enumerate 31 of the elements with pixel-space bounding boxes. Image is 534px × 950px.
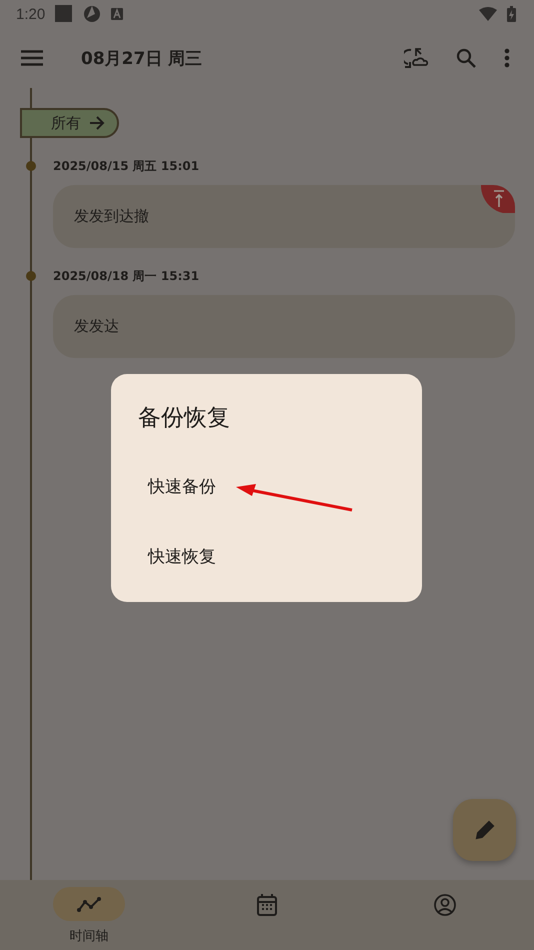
note-text: 发发达	[74, 317, 119, 336]
timeline-dot	[26, 161, 36, 171]
pencil-icon	[474, 820, 494, 840]
aperture-icon	[83, 5, 102, 23]
note-card[interactable]: 发发达	[53, 295, 515, 358]
entry-date: 2025/08/15 周五 15:01	[53, 158, 200, 174]
wifi-icon	[479, 7, 497, 21]
app-title: 08月27日 周三	[81, 48, 202, 70]
square-icon	[55, 5, 74, 23]
entry-date: 2025/08/18 周一 15:31	[53, 268, 200, 284]
nav-tab[interactable]	[53, 887, 125, 921]
trend-line-icon	[77, 896, 101, 912]
timeline-dot	[26, 271, 36, 281]
dialog-title: 备份恢复	[138, 404, 230, 433]
arrow-right-icon	[89, 116, 105, 130]
edit-button[interactable]	[453, 799, 516, 861]
status-time: 1:20	[16, 6, 46, 22]
more-icon[interactable]	[504, 48, 510, 68]
calendar-icon	[257, 894, 277, 916]
search-icon[interactable]	[456, 48, 476, 68]
dialog-option[interactable]: 快速恢复	[138, 538, 216, 574]
menu-icon[interactable]	[21, 50, 43, 66]
note-text: 发发到达撤	[74, 207, 149, 226]
profile-icon	[434, 894, 456, 916]
note-card[interactable]: 发发到达撤	[53, 185, 515, 248]
font-icon	[111, 8, 124, 20]
sync-cloud-icon[interactable]	[404, 47, 428, 69]
nav-label: 时间轴	[70, 928, 108, 945]
dialog-option[interactable]: 快速备份	[138, 468, 216, 504]
filter-chip[interactable]: 所有	[20, 108, 119, 138]
battery-icon	[507, 6, 516, 22]
